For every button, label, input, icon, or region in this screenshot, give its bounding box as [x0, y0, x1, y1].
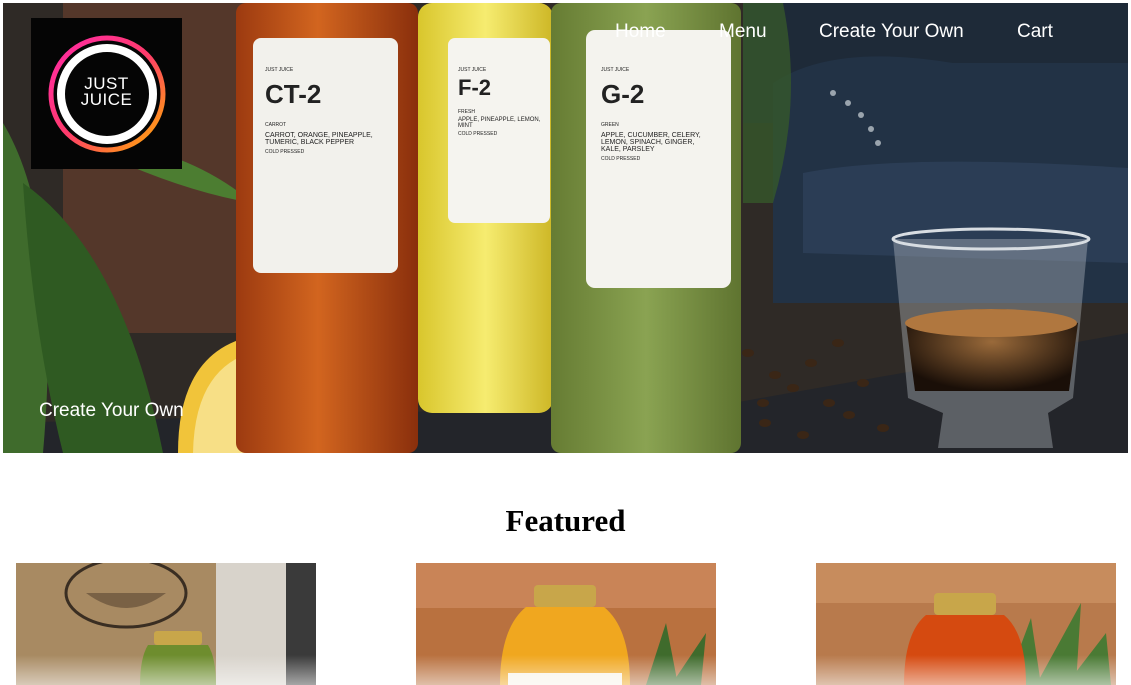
logo-line-2: JUICE	[80, 90, 133, 109]
bottle-ingredients: LEMON, SPINACH, GINGER,	[601, 139, 695, 146]
bottle-ingredients: MINT	[458, 123, 473, 129]
bottle-note: COLD PRESSED	[458, 131, 498, 137]
bottle-kind: CARROT	[265, 122, 287, 128]
logo-text: JUST JUICE	[31, 75, 182, 109]
bottle-ingredients: TUMERIC, BLACK PEPPER	[265, 139, 355, 146]
product-image	[816, 563, 1116, 685]
featured-product-yellow[interactable]	[416, 563, 716, 685]
bottle-code: F-2	[458, 75, 491, 100]
bottle-code: G-2	[601, 79, 645, 109]
bottle-note: COLD PRESSED	[265, 149, 305, 155]
bottle-label-f2: JUST JUICE F-2 FRESH APPLE, PINEAPPLE, L…	[458, 67, 546, 137]
product-image	[416, 563, 716, 685]
featured-heading: Featured	[505, 503, 626, 538]
nav-menu-link[interactable]: Menu	[719, 21, 767, 43]
bottle-kind: FRESH	[458, 109, 475, 115]
nav-home-link[interactable]: Home	[615, 21, 666, 43]
bottle-ingredients: CARROT, ORANGE, PINEAPPLE,	[265, 132, 373, 139]
bottle-ingredients: APPLE, CUCUMBER, CELERY,	[601, 132, 701, 139]
bottle-brand: JUST JUICE	[265, 67, 294, 73]
bottle-brand: JUST JUICE	[601, 67, 630, 73]
featured-product-orange[interactable]	[816, 563, 1116, 685]
bottle-code: CT-2	[265, 79, 322, 109]
bottle-kind: GREEN	[601, 122, 619, 128]
nav-create-your-own-link[interactable]: Create Your Own	[819, 21, 964, 43]
hero-create-your-own-link[interactable]: Create Your Own	[39, 400, 184, 422]
featured-product-green[interactable]	[16, 563, 316, 685]
bottle-label-g2: JUST JUICE G-2 GREEN APPLE, CUCUMBER, CE…	[601, 67, 729, 162]
hero-banner: JUST JUICE CT-2 CARROT CARROT, ORANGE, P…	[3, 3, 1128, 453]
nav-cart-link[interactable]: Cart	[1017, 21, 1053, 43]
bottle-ingredients: KALE, PARSLEY	[601, 146, 655, 153]
bottle-brand: JUST JUICE	[458, 67, 487, 73]
bottle-note: COLD PRESSED	[601, 156, 641, 162]
product-image	[16, 563, 316, 685]
bottle-label-ct2: JUST JUICE CT-2 CARROT CARROT, ORANGE, P…	[265, 67, 390, 155]
main-nav: Home Menu Create Your Own Cart	[3, 21, 1128, 45]
